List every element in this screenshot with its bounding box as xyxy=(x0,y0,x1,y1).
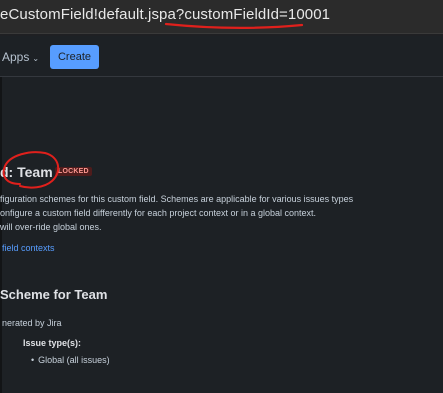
page-description: figuration schemes for this custom field… xyxy=(0,192,353,234)
create-button[interactable]: Create xyxy=(50,45,99,69)
issue-types-label: Issue type(s): xyxy=(23,338,82,348)
apps-label: Apps xyxy=(2,50,30,64)
description-line: figuration schemes for this custom field… xyxy=(0,194,354,204)
bullet-icon: • xyxy=(31,355,35,365)
scheme-heading: Scheme for Team xyxy=(0,287,108,302)
field-contexts-link[interactable]: field contexts xyxy=(2,243,55,253)
issue-type-item: • Global (all issues) xyxy=(31,355,110,365)
url-text[interactable]: eCustomField!default.jspa?customFieldId=… xyxy=(0,6,330,23)
issue-type-label: Global (all issues) xyxy=(38,355,110,365)
page-title: d: Team xyxy=(0,164,53,180)
top-navigation-bar: Apps ⌄ Create xyxy=(0,36,443,77)
generated-by-text: nerated by Jira xyxy=(2,318,62,328)
description-line: will over-ride global ones. xyxy=(0,222,102,232)
chevron-down-icon: ⌄ xyxy=(32,54,40,63)
apps-menu[interactable]: Apps ⌄ xyxy=(2,50,39,64)
locked-badge: LOCKED xyxy=(55,167,92,176)
browser-address-bar[interactable]: eCustomField!default.jspa?customFieldId=… xyxy=(0,0,443,34)
description-line: onfigure a custom field differently for … xyxy=(0,208,317,218)
sidebar-edge xyxy=(0,77,2,393)
